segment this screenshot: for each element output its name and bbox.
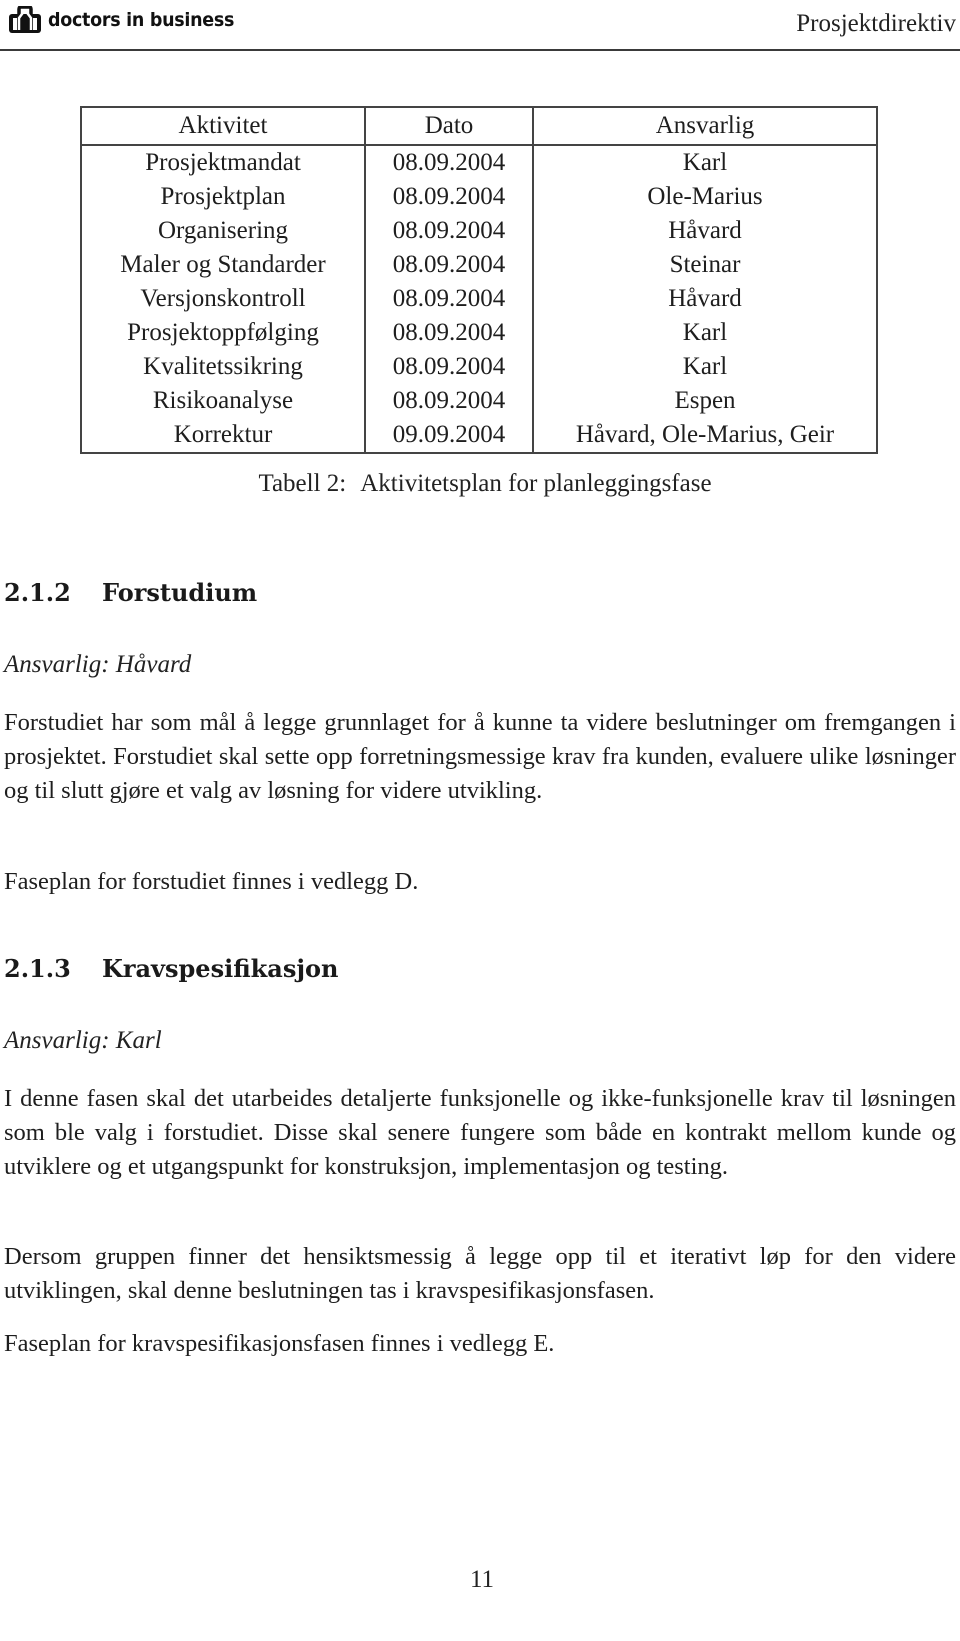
page-number: 11 — [469, 1566, 495, 1593]
section-number: 2.1.2 — [4, 578, 71, 607]
paragraph: Faseplan for forstudiet finnes i vedlegg… — [4, 868, 419, 895]
section-title: Kravspesifikasjon — [102, 954, 339, 983]
table-caption-label: Tabell 2: — [258, 470, 347, 497]
section-heading-forstudium: 2.1.2 Forstudium — [4, 578, 257, 607]
section-responsible: Ansvarlig: Karl — [4, 1027, 162, 1054]
cell-activity: Organisering — [81, 214, 366, 248]
cell-activity: Maler og Standarder — [81, 248, 366, 282]
table-row: Versjonskontroll 08.09.2004 Håvard — [81, 282, 877, 316]
cell-responsible: Karl — [682, 149, 728, 176]
cell-date: 08.09.2004 — [365, 384, 534, 418]
doctors-bag-logo-icon — [8, 6, 42, 34]
cell-responsible: Karl — [682, 353, 728, 380]
cell-responsible: Espen — [674, 387, 736, 414]
cell-activity: Prosjektoppfølging — [81, 316, 366, 350]
logo-text: doctors in business — [48, 9, 235, 31]
activity-table-container: Aktivitet Dato Ansvarlig Prosjektmandat … — [80, 106, 878, 454]
cell-date: 08.09.2004 — [365, 316, 534, 350]
paragraph: Dersom gruppen finner det hensiktsmessig… — [4, 1243, 956, 1304]
document-title: Prosjektdirektiv — [796, 10, 956, 37]
cell-activity: Prosjektplan — [81, 180, 366, 214]
cell-date: 08.09.2004 — [365, 180, 534, 214]
cell-activity: Versjonskontroll — [81, 282, 366, 316]
table-row: Prosjektplan 08.09.2004 Ole-Marius — [81, 180, 877, 214]
table-row: Kvalitetssikring 08.09.2004 Karl — [81, 350, 877, 384]
paragraph: Faseplan for kravspesifikasjonsfasen fin… — [4, 1330, 555, 1357]
cell-date: 08.09.2004 — [365, 145, 534, 180]
section-number: 2.1.3 — [4, 954, 71, 983]
table-row: Prosjektoppfølging 08.09.2004 Karl — [81, 316, 877, 350]
table-row: Korrektur 09.09.2004 Håvard, Ole-Marius,… — [81, 418, 877, 453]
table-header-row: Aktivitet Dato Ansvarlig — [81, 107, 877, 146]
table-row: Risikoanalyse 08.09.2004 Espen — [81, 384, 877, 418]
table-row: Organisering 08.09.2004 Håvard — [81, 214, 877, 248]
cell-responsible: Steinar — [669, 251, 741, 278]
table-row: Maler og Standarder 08.09.2004 Steinar — [81, 248, 877, 282]
paragraph: I denne fasen skal det utarbeides detalj… — [4, 1085, 956, 1180]
cell-responsible: Håvard, Ole-Marius, Geir — [575, 421, 835, 448]
cell-date: 08.09.2004 — [365, 214, 534, 248]
cell-date: 08.09.2004 — [365, 282, 534, 316]
cell-activity: Kvalitetssikring — [81, 350, 366, 384]
column-header-aktivitet: Aktivitet — [81, 107, 366, 146]
page-header: doctors in business Prosjektdirektiv — [0, 0, 960, 51]
section-heading-kravspesifikasjon: 2.1.3 Kravspesifikasjon — [4, 954, 338, 983]
cell-responsible: Karl — [682, 319, 728, 346]
table-caption: Tabell 2: Aktivitetsplan for planleggings… — [0, 470, 960, 498]
paragraph: Forstudiet har som mål å legge grunnlage… — [4, 709, 956, 804]
cell-date: 09.09.2004 — [365, 418, 534, 453]
logo: doctors in business — [8, 6, 250, 34]
column-header-dato: Dato — [365, 107, 534, 146]
cell-responsible: Håvard — [668, 285, 742, 312]
section-title: Forstudium — [102, 578, 258, 607]
section-responsible: Ansvarlig: Håvard — [4, 651, 192, 678]
cell-activity: Risikoanalyse — [81, 384, 366, 418]
cell-activity: Korrektur — [81, 418, 366, 453]
table-caption-text: Aktivitetsplan for planleggingsfase — [360, 470, 712, 497]
column-header-ansvarlig: Ansvarlig — [533, 107, 877, 146]
table-row: Prosjektmandat 08.09.2004 Karl — [81, 145, 877, 180]
cell-date: 08.09.2004 — [365, 350, 534, 384]
activity-table: Aktivitet Dato Ansvarlig Prosjektmandat … — [80, 106, 878, 454]
cell-responsible: Håvard — [668, 217, 742, 244]
cell-responsible: Ole-Marius — [647, 183, 763, 210]
cell-activity: Prosjektmandat — [81, 145, 366, 180]
cell-date: 08.09.2004 — [365, 248, 534, 282]
